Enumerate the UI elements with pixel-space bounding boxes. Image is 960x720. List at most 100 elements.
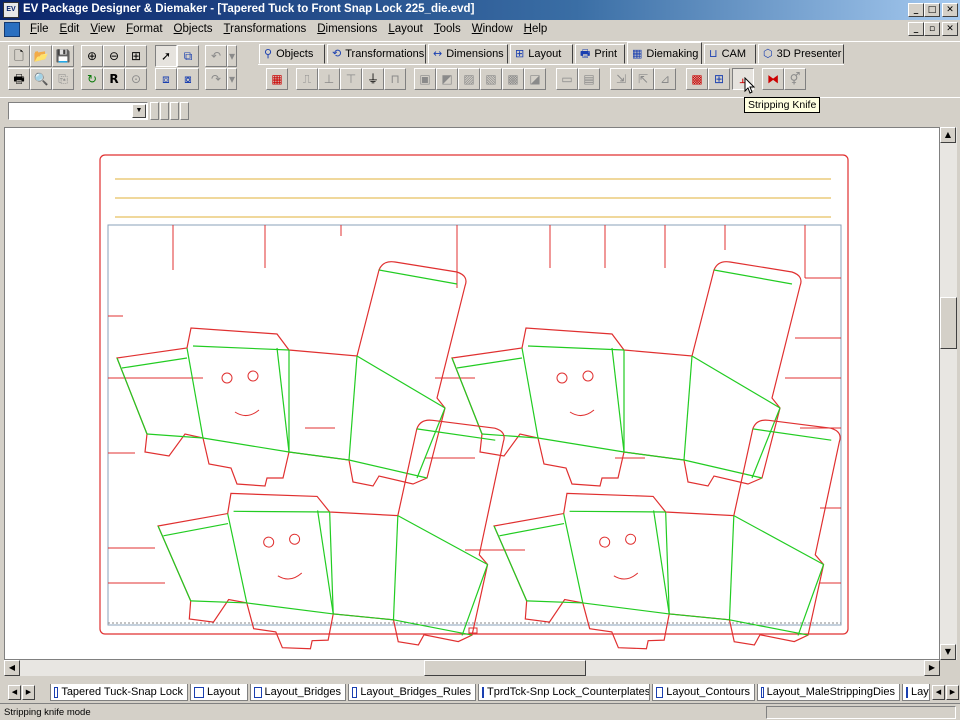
redo-icon[interactable]: ↷ [205, 68, 227, 90]
mini-button-1[interactable] [150, 102, 159, 120]
sheet-tab[interactable]: Layout_Contours [652, 684, 755, 701]
strip-tool-1-icon[interactable]: ⇲ [610, 68, 632, 90]
mini-button-4[interactable] [180, 102, 189, 120]
scroll-down-icon[interactable]: ▼ [940, 644, 956, 660]
select-group-icon[interactable]: ⧉ [177, 45, 199, 67]
tab-dimensions[interactable]: ↔ Dimensions [428, 44, 508, 64]
strip-tool-2-icon[interactable]: ⇱ [632, 68, 654, 90]
blanking-die-icon[interactable]: ⊞ [708, 68, 730, 90]
counter-tool-6-icon[interactable]: ◪ [524, 68, 546, 90]
counter-tool-5-icon[interactable]: ▩ [502, 68, 524, 90]
menu-edit[interactable]: Edit [55, 23, 86, 36]
female-stripping-icon[interactable]: ⚥ [784, 68, 806, 90]
print-icon[interactable]: 🖶 [8, 68, 30, 90]
mini-button-2[interactable] [160, 102, 169, 120]
vertical-scroll-thumb[interactable] [940, 297, 957, 349]
tab-3d-presenter[interactable]: ⬡ 3D Presenter [758, 44, 844, 64]
die-layout-drawing[interactable] [5, 128, 940, 660]
crease-line [397, 515, 488, 566]
sheet-tab[interactable]: TprdTck-Snp Lock_Counterplates [478, 684, 650, 701]
sheet-tab[interactable]: Layout [902, 684, 930, 701]
maximize-button[interactable]: □ [924, 3, 940, 17]
sheet-tab[interactable]: Layout_Bridges [250, 684, 346, 701]
mini-button-3[interactable] [170, 102, 179, 120]
redraw-icon[interactable]: ↻ [81, 68, 103, 90]
tab-layout[interactable]: ⊞ Layout [510, 44, 573, 64]
smile-cut [569, 409, 595, 416]
crease-line [416, 407, 446, 479]
redo-dropdown-icon[interactable]: ▾ [227, 68, 237, 90]
print-preview-icon[interactable]: 🔍 [30, 68, 52, 90]
tab-diemaking[interactable]: ▦ Diemaking [627, 42, 702, 64]
transformations-icon: ⟲ [332, 47, 342, 60]
knife-tool-1-icon[interactable]: ⎍ [296, 68, 318, 90]
tab-print[interactable]: 🖶 Print [575, 44, 625, 64]
knife-tool-5-icon[interactable]: ⊓ [384, 68, 406, 90]
menu-dimensions[interactable]: Dimensions [312, 23, 383, 36]
reset-icon[interactable]: R [103, 68, 125, 90]
sheet-tab[interactable]: Layout [190, 684, 248, 701]
layout-grid-icon[interactable]: ▦ [266, 68, 288, 90]
counter-tool-4-icon[interactable]: ▧ [480, 68, 502, 90]
undo-dropdown-icon[interactable]: ▾ [227, 45, 237, 67]
scroll-right-icon[interactable]: ▶ [924, 660, 940, 676]
knife-tool-3-icon[interactable]: ⊤ [340, 68, 362, 90]
knife-tool-2-icon[interactable]: ⊥ [318, 68, 340, 90]
doc-minimize-button[interactable]: _ [908, 22, 924, 36]
drawing-canvas[interactable] [4, 127, 940, 660]
group-icon[interactable]: ⧈ [155, 68, 177, 90]
doc-restore-button[interactable]: ▫ [924, 22, 940, 36]
zoom-out-icon[interactable]: ⊖ [103, 45, 125, 67]
layer-combo[interactable]: ▼ [8, 102, 148, 120]
scroll-left-icon[interactable]: ◀ [4, 660, 20, 676]
menu-tools[interactable]: Tools [429, 23, 467, 36]
menu-window[interactable]: Window [467, 23, 519, 36]
sheet-first-icon[interactable]: ◀ [932, 685, 945, 700]
menu-format[interactable]: Format [121, 23, 168, 36]
blanking-icon[interactable]: ▩ [686, 68, 708, 90]
vertical-scrollbar[interactable]: ▲ ▼ [940, 127, 957, 660]
sheet-last-icon[interactable]: ▶ [946, 685, 959, 700]
chevron-down-icon[interactable]: ▼ [132, 104, 146, 118]
plate-tool-1-icon[interactable]: ▭ [556, 68, 578, 90]
sheet-next-icon[interactable]: ▶ [22, 685, 35, 700]
zoom-window-icon[interactable]: ⊞ [125, 45, 147, 67]
select-arrow-icon[interactable]: ➚ [155, 45, 177, 67]
horizontal-scrollbar[interactable]: ◀ ▶ [4, 660, 940, 676]
save-icon[interactable]: 💾 [52, 45, 74, 67]
open-folder-icon[interactable]: 📂 [30, 45, 52, 67]
menu-file[interactable]: File [25, 23, 55, 36]
strip-tool-3-icon[interactable]: ⊿ [654, 68, 676, 90]
menu-layout[interactable]: Layout [383, 23, 429, 36]
document-icon[interactable] [4, 22, 20, 37]
scroll-up-icon[interactable]: ▲ [940, 127, 956, 143]
menu-view[interactable]: View [85, 23, 121, 36]
counter-tool-2-icon[interactable]: ◩ [436, 68, 458, 90]
copy-icon[interactable]: ⎘ [52, 68, 74, 90]
male-stripping-icon[interactable]: ⧓ [762, 68, 784, 90]
close-button[interactable]: ✕ [942, 3, 958, 17]
undo-icon[interactable]: ↶ [205, 45, 227, 67]
counter-tool-3-icon[interactable]: ▨ [458, 68, 480, 90]
ungroup-icon[interactable]: ⧇ [177, 68, 199, 90]
tab-transformations[interactable]: ⟲ Transformations [327, 44, 426, 64]
horizontal-scroll-thumb[interactable] [424, 660, 586, 676]
minimize-button[interactable]: _ [908, 3, 924, 17]
counter-tool-1-icon[interactable]: ▣ [414, 68, 436, 90]
app-icon[interactable]: EV [3, 2, 19, 18]
sheet-tab[interactable]: Tapered Tuck-Snap Lock [50, 684, 188, 701]
doc-close-button[interactable]: ✕ [942, 22, 958, 36]
menu-help[interactable]: Help [519, 23, 554, 36]
menu-objects[interactable]: Objects [169, 23, 219, 36]
sheet-prev-icon[interactable]: ◀ [8, 685, 21, 700]
zoom-in-icon[interactable]: ⊕ [81, 45, 103, 67]
tab-cam[interactable]: ⊔ CAM [704, 44, 756, 64]
sheet-tab[interactable]: Layout_Bridges_Rules [348, 684, 476, 701]
plate-tool-2-icon[interactable]: ▤ [578, 68, 600, 90]
sheet-tab[interactable]: Layout_MaleStrippingDies [757, 684, 900, 701]
tab-objects[interactable]: ⚲ Objects [259, 44, 325, 64]
knife-tool-4-icon[interactable]: ⏚ [362, 68, 384, 90]
new-file-icon[interactable]: 🗋 [8, 45, 30, 67]
zoom-all-icon[interactable]: ⊙ [125, 68, 147, 90]
menu-transformations[interactable]: Transformations [219, 23, 313, 36]
